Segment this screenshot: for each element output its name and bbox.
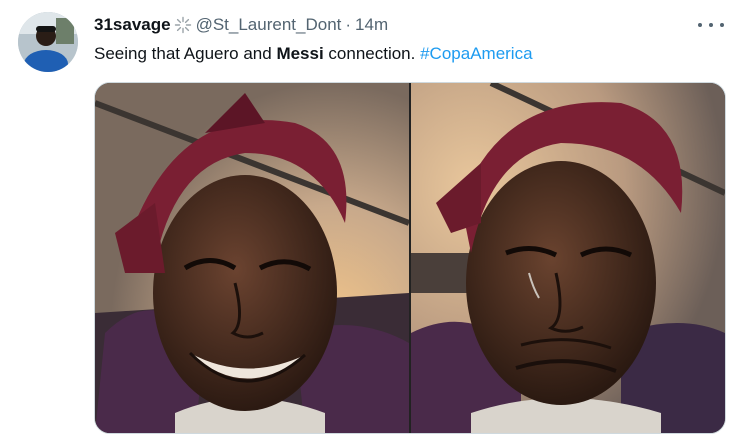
avatar[interactable]: [18, 12, 78, 72]
tweet-text-part1: Seeing that Aguero and: [94, 44, 277, 63]
more-dot: [709, 23, 713, 27]
more-dot: [720, 23, 724, 27]
tweet-text-bold: Messi: [276, 44, 324, 63]
photo-crying-man[interactable]: [411, 83, 725, 433]
media-grid: [94, 82, 726, 434]
hashtag-link[interactable]: #CopaAmerica: [420, 44, 532, 63]
timestamp[interactable]: 14m: [355, 15, 388, 35]
more-dot: [698, 23, 702, 27]
sparkle-emoji-icon: [174, 16, 192, 34]
user-handle[interactable]: @St_Laurent_Dont: [196, 15, 342, 35]
photo-smiling-man[interactable]: [95, 83, 409, 433]
tweet-text-part2: connection.: [323, 44, 421, 63]
more-horizontal-icon[interactable]: [698, 18, 724, 32]
tweet-card[interactable]: 31savage @St_Laurent_Dont · 14m Seeing t…: [0, 0, 740, 443]
separator-dot: ·: [345, 15, 352, 34]
tweet-text: Seeing that Aguero and Messi connection.…: [94, 43, 533, 65]
tweet-header: 31savage @St_Laurent_Dont · 14m: [94, 13, 388, 37]
display-name[interactable]: 31savage: [94, 15, 171, 35]
